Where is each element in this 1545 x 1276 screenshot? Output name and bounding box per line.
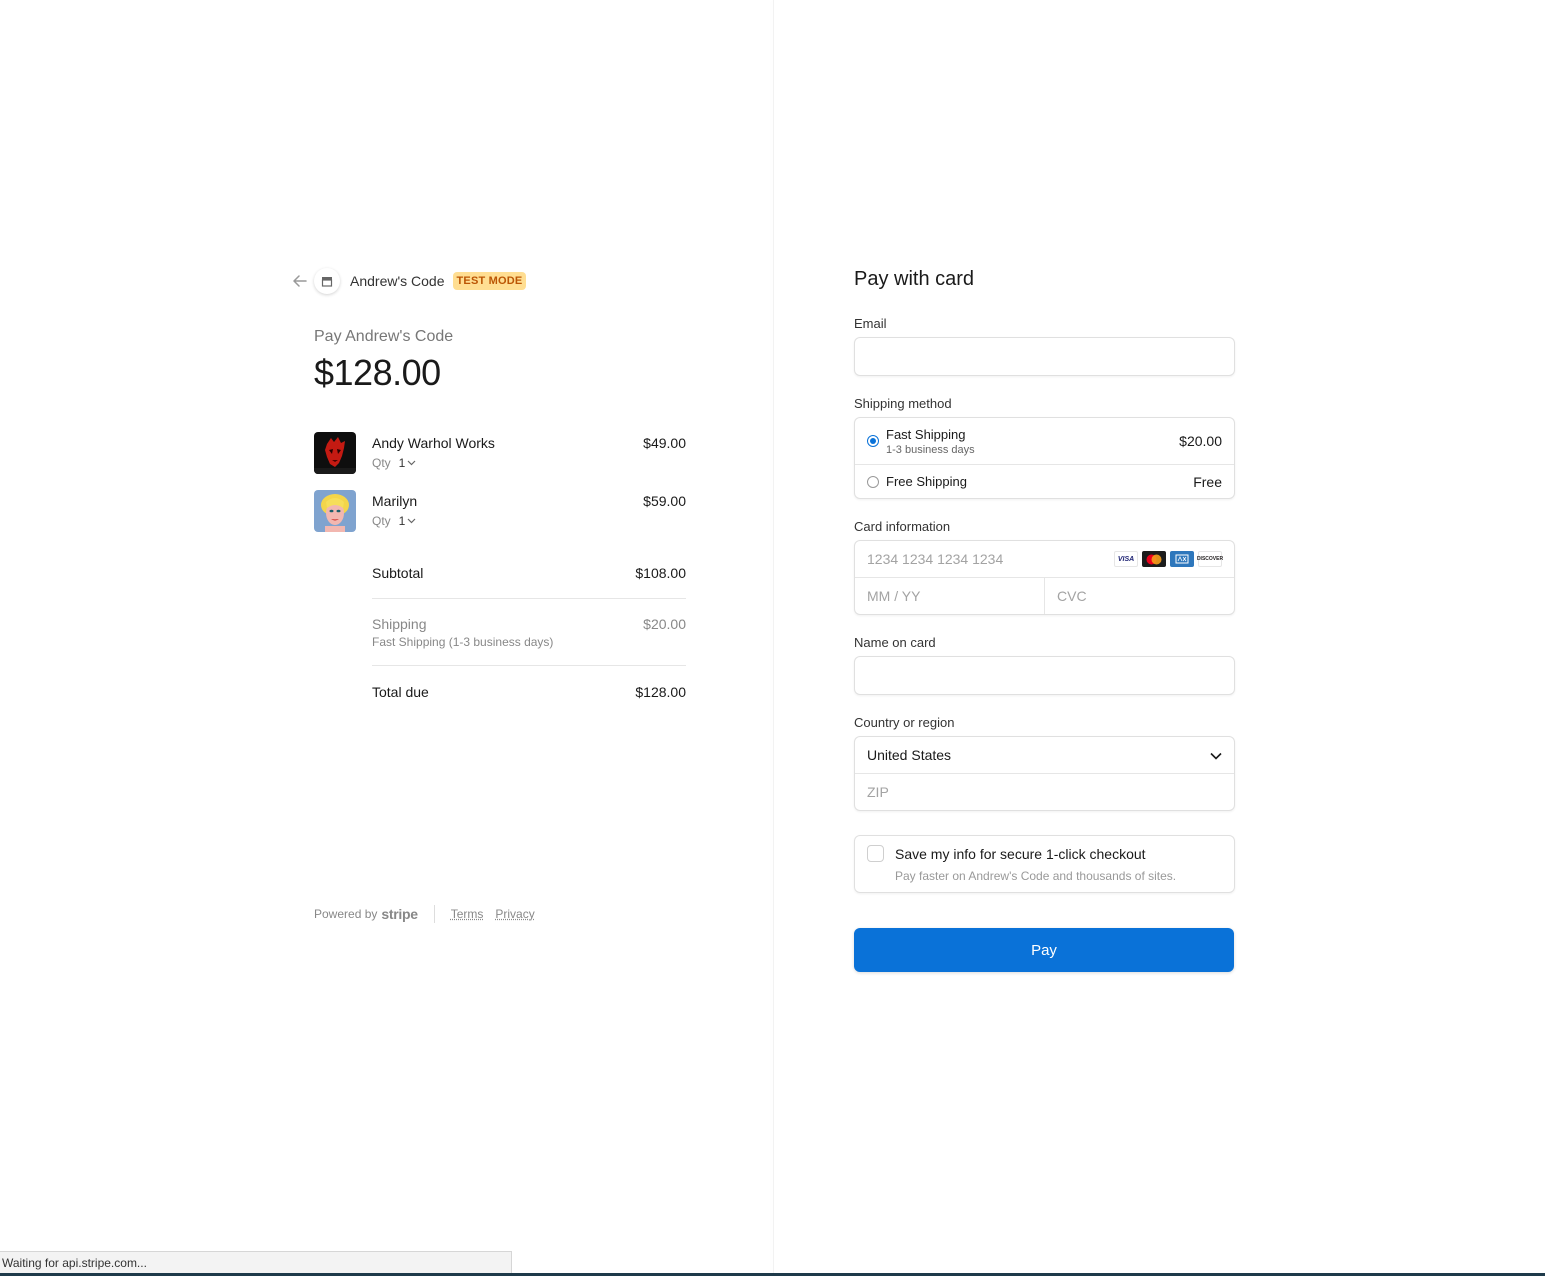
footer-divider bbox=[433, 905, 435, 923]
option-name: Fast Shipping bbox=[886, 426, 966, 442]
shipping-option-free[interactable]: Free Shipping Free bbox=[855, 465, 1234, 498]
pay-merchant-label: Pay Andrew's Code bbox=[314, 328, 454, 345]
powered-by-text: Powered by bbox=[314, 907, 378, 921]
mastercard-icon bbox=[1142, 551, 1166, 567]
card-info-group: VISA DISCOVER bbox=[854, 540, 1235, 615]
shipping-option-fast[interactable]: Fast Shipping 1-3 business days $20.00 bbox=[855, 418, 1234, 464]
quantity-selector[interactable]: Qty 1 bbox=[372, 456, 416, 470]
qty-label: Qty bbox=[372, 514, 391, 528]
chevron-down-icon bbox=[1210, 747, 1222, 763]
email-field[interactable] bbox=[855, 338, 1234, 375]
cvc-input[interactable] bbox=[1045, 578, 1234, 614]
footer: Powered by stripe Terms Privacy bbox=[314, 905, 547, 923]
item-name: Marilyn bbox=[372, 493, 418, 509]
terms-link[interactable]: Terms bbox=[451, 907, 484, 921]
save-info-checkbox[interactable] bbox=[867, 845, 884, 862]
item-price: $59.00 bbox=[643, 493, 686, 509]
privacy-link[interactable]: Privacy bbox=[495, 907, 534, 921]
back-arrow-icon[interactable] bbox=[290, 271, 310, 291]
option-name: Free Shipping bbox=[886, 474, 967, 489]
shipping-method-label: Shipping method bbox=[854, 396, 952, 411]
card-brand-logos: VISA DISCOVER bbox=[1114, 541, 1234, 577]
shipping-row: Shipping Fast Shipping (1-3 business day… bbox=[372, 616, 686, 649]
merchant-name: Andrew's Code bbox=[350, 273, 445, 289]
save-info-subtitle: Pay faster on Andrew's Code and thousand… bbox=[895, 869, 1177, 883]
subtotal-label: Subtotal bbox=[372, 565, 424, 581]
chevron-down-icon bbox=[407, 458, 416, 469]
email-field-box bbox=[854, 337, 1235, 376]
discover-icon: DISCOVER bbox=[1197, 551, 1223, 567]
country-select[interactable]: United States bbox=[855, 737, 1234, 773]
card-info-label: Card information bbox=[854, 519, 951, 534]
chevron-down-icon bbox=[407, 516, 416, 527]
item-price: $49.00 bbox=[643, 435, 686, 451]
total-row: Total due $128.00 bbox=[372, 684, 686, 700]
card-number-input[interactable] bbox=[855, 541, 1114, 577]
save-info-box: Save my info for secure 1-click checkout… bbox=[854, 835, 1235, 893]
name-field-box bbox=[854, 656, 1235, 695]
save-info-title: Save my info for secure 1-click checkout bbox=[895, 846, 1146, 862]
email-label: Email bbox=[854, 316, 887, 331]
shipping-description: Fast Shipping (1-3 business days) bbox=[372, 635, 554, 649]
store-icon bbox=[314, 268, 340, 294]
checkout-header: Andrew's Code TEST MODE bbox=[290, 268, 527, 294]
country-value: United States bbox=[867, 747, 952, 763]
stripe-logo[interactable]: stripe bbox=[381, 906, 418, 922]
payment-form: Pay with card Email Shipping method Fast… bbox=[854, 268, 1235, 972]
quantity-selector[interactable]: Qty 1 bbox=[372, 514, 416, 528]
subtotal-value: $108.00 bbox=[635, 565, 686, 581]
country-label: Country or region bbox=[854, 715, 955, 730]
line-item: Marilyn Qty 1 $59.00 bbox=[314, 490, 686, 534]
name-on-card-input[interactable] bbox=[855, 657, 1234, 694]
andy-warhol-thumbnail bbox=[314, 432, 356, 474]
option-price: $20.00 bbox=[1179, 433, 1222, 449]
divider bbox=[372, 665, 686, 666]
divider bbox=[372, 598, 686, 599]
qty-label: Qty bbox=[372, 456, 391, 470]
visa-icon: VISA bbox=[1114, 551, 1138, 567]
shipping-value: $20.00 bbox=[643, 616, 686, 632]
test-mode-badge: TEST MODE bbox=[452, 272, 527, 290]
subtotal-row: Subtotal $108.00 bbox=[372, 565, 686, 581]
qty-value: 1 bbox=[398, 514, 406, 528]
address-group: United States bbox=[854, 736, 1235, 811]
radio-selected-icon[interactable] bbox=[867, 435, 879, 447]
item-name: Andy Warhol Works bbox=[372, 435, 495, 451]
shipping-label: Shipping bbox=[372, 616, 427, 632]
line-item: Andy Warhol Works Qty 1 $49.00 bbox=[314, 432, 686, 476]
total-amount: $128.00 bbox=[314, 352, 441, 393]
shipping-method-group: Fast Shipping 1-3 business days $20.00 F… bbox=[854, 417, 1235, 499]
pay-button[interactable]: Pay bbox=[854, 928, 1234, 972]
name-on-card-label: Name on card bbox=[854, 635, 936, 650]
expiry-input[interactable] bbox=[855, 578, 1044, 614]
total-label: Total due bbox=[372, 684, 429, 700]
total-value: $128.00 bbox=[635, 684, 686, 700]
radio-unselected-icon[interactable] bbox=[867, 475, 879, 488]
option-price: Free bbox=[1193, 473, 1222, 490]
option-sub: 1-3 business days bbox=[886, 443, 975, 456]
marilyn-thumbnail bbox=[314, 490, 356, 532]
amex-icon bbox=[1170, 551, 1194, 567]
qty-value: 1 bbox=[398, 456, 406, 470]
form-title: Pay with card bbox=[854, 268, 975, 290]
browser-status-bar: Waiting for api.stripe.com... bbox=[0, 1251, 512, 1273]
zip-input[interactable] bbox=[855, 774, 1234, 810]
